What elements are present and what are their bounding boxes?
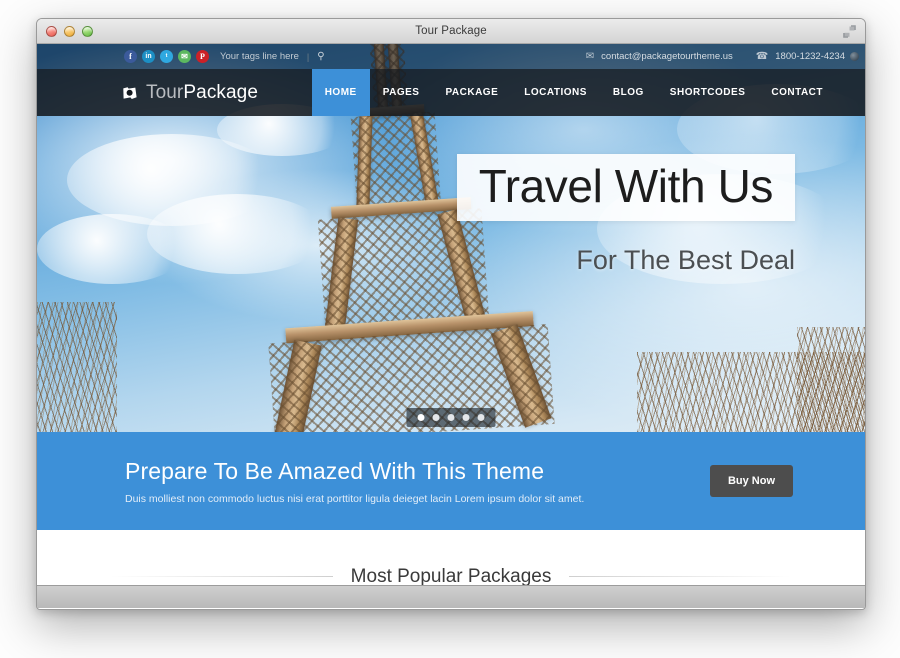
window-title-bar: Tour Package <box>37 19 865 44</box>
hero-title: Travel With Us <box>478 160 774 212</box>
logo-text: TourPackage <box>146 82 258 104</box>
camera-icon <box>123 86 137 99</box>
topbar-separator: | <box>306 51 310 62</box>
email-glyph: ✉ <box>181 51 188 61</box>
nav-item-package[interactable]: PACKAGE <box>432 69 511 116</box>
logo-text-part2: Package <box>183 81 259 103</box>
fullscreen-icon[interactable] <box>843 25 856 38</box>
site-logo[interactable]: TourPackage <box>37 69 258 116</box>
hero-title-box: Travel With Us <box>456 154 795 222</box>
nav-menu: HOME PAGES PACKAGE LOCATIONS BLOG SHORTC… <box>311 69 865 116</box>
hero-subtitle: For The Best Deal <box>576 245 795 276</box>
phone-icon: ☎ <box>755 51 769 62</box>
linkedin-glyph: in <box>145 53 152 60</box>
section-title: Most Popular Packages <box>350 565 552 586</box>
nav-item-blog[interactable]: BLOG <box>600 69 657 116</box>
contact-phone[interactable]: 1800-1232-4234 <box>775 51 845 62</box>
pinterest-glyph: P <box>200 51 205 61</box>
section-divider-left <box>111 576 333 577</box>
main-navigation-bar: TourPackage HOME PAGES PACKAGE LOCATIONS… <box>37 69 865 116</box>
carousel-dot-1[interactable] <box>417 414 425 421</box>
window-title: Tour Package <box>415 25 487 37</box>
carousel-dot-2[interactable] <box>432 414 440 421</box>
page-viewport: f in ᵗ ✉ P Your tags line here | ⚲ ✉ con… <box>37 44 865 585</box>
social-icons-group: f in ᵗ ✉ P <box>37 50 209 63</box>
cta-text-group: Prepare To Be Amazed With This Theme Dui… <box>37 458 584 505</box>
nav-item-shortcodes[interactable]: SHORTCODES <box>657 69 759 116</box>
tree-silhouette <box>37 302 117 432</box>
section-divider-right <box>569 576 792 577</box>
carousel-dot-3[interactable] <box>447 414 455 421</box>
linkedin-icon[interactable]: in <box>142 50 155 63</box>
browser-window: Tour Package f in ᵗ ✉ P Your tags line h… <box>36 18 866 610</box>
desktop-backdrop: Tour Package f in ᵗ ✉ P Your tags line h… <box>0 0 900 658</box>
buy-now-button[interactable]: Buy Now <box>709 465 793 497</box>
hero-banner: f in ᵗ ✉ P Your tags line here | ⚲ ✉ con… <box>37 44 865 432</box>
nav-item-contact[interactable]: CONTACT <box>758 69 836 116</box>
cta-title: Prepare To Be Amazed With This Theme <box>125 457 545 484</box>
contact-email[interactable]: contact@packagetourtheme.us <box>601 51 733 62</box>
nav-item-home[interactable]: HOME <box>311 69 370 116</box>
nav-item-pages[interactable]: PAGES <box>370 69 433 116</box>
logo-text-part1: Tour <box>146 81 184 103</box>
popular-packages-section: Most Popular Packages <box>37 530 865 585</box>
pinterest-icon[interactable]: P <box>196 50 209 63</box>
tagline-text: Your tags line here <box>220 51 299 62</box>
section-heading: Most Popular Packages <box>111 565 792 586</box>
corner-decoration <box>850 52 859 61</box>
twitter-icon[interactable]: ᵗ <box>160 50 173 63</box>
tree-silhouette <box>797 327 865 432</box>
contact-info-group: ✉ contact@packagetourtheme.us ☎ 1800-123… <box>586 51 865 62</box>
search-icon[interactable]: ⚲ <box>317 51 324 62</box>
facebook-glyph: f <box>129 51 132 61</box>
carousel-dot-4[interactable] <box>462 414 470 421</box>
top-utility-bar: f in ᵗ ✉ P Your tags line here | ⚲ ✉ con… <box>37 44 865 69</box>
twitter-glyph: ᵗ <box>165 51 168 61</box>
carousel-pagination <box>406 408 496 427</box>
envelope-icon: ✉ <box>585 51 595 62</box>
email-icon[interactable]: ✉ <box>178 50 191 63</box>
carousel-dot-5[interactable] <box>477 414 485 421</box>
cloud-decoration <box>37 214 187 284</box>
facebook-icon[interactable]: f <box>124 50 137 63</box>
hero-caption: Travel With Us For The Best Deal <box>456 154 795 276</box>
browser-status-bar <box>37 585 865 608</box>
cta-subtitle: Duis molliest non commodo luctus nisi er… <box>125 492 585 505</box>
cta-band: Prepare To Be Amazed With This Theme Dui… <box>37 432 865 530</box>
nav-item-locations[interactable]: LOCATIONS <box>511 69 600 116</box>
